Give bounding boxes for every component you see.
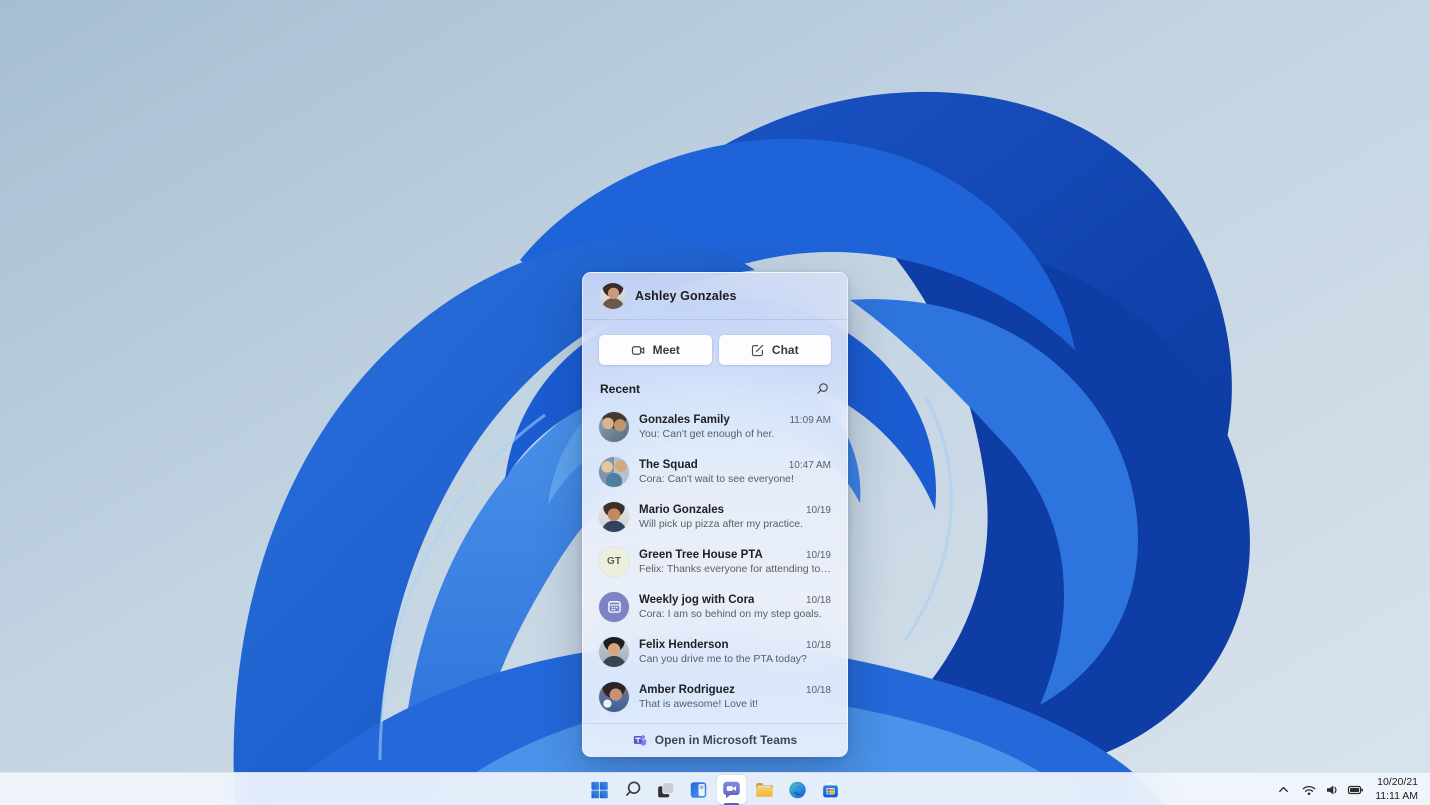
search-button[interactable] [814, 380, 831, 397]
calendar-icon [607, 601, 621, 613]
chat-button-label: Chat [771, 343, 799, 357]
recent-section-header: Recent [583, 365, 847, 404]
quick-settings-button[interactable] [1296, 778, 1369, 802]
meet-button[interactable]: Meet [599, 335, 712, 365]
conversation-preview: Can you drive me to the PTA today? [639, 652, 807, 665]
user-avatar[interactable] [600, 283, 626, 309]
open-in-teams-button[interactable]: Open in Microsoft Teams [583, 724, 847, 756]
conversation-preview: Will pick up pizza after my practice. [639, 517, 803, 530]
conversation-avatar [599, 456, 629, 487]
wifi-icon [1302, 785, 1316, 795]
conversation-avatar [599, 681, 629, 712]
conversation-name: Felix Henderson [639, 638, 729, 651]
desktop: Ashley Gonzales Meet Chat Recent Gonzale… [0, 0, 1430, 805]
conversation-timestamp: 10/18 [805, 594, 831, 606]
folder-icon [756, 782, 773, 797]
conversation-preview: Felix: Thanks everyone for attending tod… [639, 562, 831, 575]
flyout-header: Ashley Gonzales [583, 273, 847, 319]
chat-taskbar-button[interactable] [716, 775, 747, 804]
widgets-icon [690, 781, 707, 798]
file-explorer-button[interactable] [750, 775, 780, 804]
microsoft-store-button[interactable] [816, 775, 846, 804]
conversation-text: Green Tree House PTA 10/19 Felix: Thanks… [639, 549, 831, 575]
conversation-avatar [599, 411, 629, 442]
action-button-row: Meet Chat [583, 320, 847, 365]
chat-button[interactable]: Chat [718, 335, 831, 365]
tray-time: 11:11 AM [1375, 789, 1418, 802]
teams-logo-icon [633, 735, 646, 746]
conversation-list-item[interactable]: Amber Rodriguez 10/18 That is awesome! L… [583, 674, 847, 719]
teams-chat-icon [723, 781, 740, 798]
hidden-icons-button[interactable] [1271, 778, 1296, 801]
conversation-text: Felix Henderson 10/18 Can you drive me t… [639, 639, 831, 665]
conversation-timestamp: 10:47 AM [788, 459, 831, 471]
taskbar: 10/20/21 11:11 AM [0, 772, 1430, 805]
conversation-preview: Cora: Can't wait to see everyone! [639, 472, 794, 485]
tray-date: 10/20/21 [1377, 775, 1418, 788]
conversation-list-item[interactable]: Weekly jog with Cora 10/18 Cora: I am so… [583, 584, 847, 629]
conversation-text: Gonzales Family 11:09 AM You: Can't get … [639, 414, 831, 440]
start-button[interactable] [585, 775, 615, 804]
user-name: Ashley Gonzales [635, 289, 737, 303]
conversation-name: Mario Gonzales [639, 503, 724, 516]
conversation-preview: You: Can't get enough of her. [639, 427, 775, 440]
conversation-timestamp: 10/18 [805, 639, 831, 651]
conversation-name: Gonzales Family [639, 413, 730, 426]
flyout-footer: Open in Microsoft Teams [583, 723, 847, 756]
battery-icon [1348, 785, 1363, 794]
conversation-list-item[interactable]: Gonzales Family 11:09 AM You: Can't get … [583, 404, 847, 449]
clock-tray[interactable]: 10/20/21 11:11 AM [1369, 774, 1426, 805]
conversation-timestamp: 11:09 AM [789, 414, 831, 426]
hidden-icons-chevron-icon [1279, 786, 1289, 793]
edge-browser-icon [789, 781, 806, 798]
conversation-preview: Cora: I am so behind on my step goals. [639, 607, 822, 620]
conversation-avatar [599, 636, 629, 667]
windows-start-icon [591, 781, 608, 798]
open-in-teams-label: Open in Microsoft Teams [654, 733, 798, 747]
conversation-timestamp: 10/19 [805, 504, 831, 516]
search-icon [625, 781, 640, 796]
conversation-text: Weekly jog with Cora 10/18 Cora: I am so… [639, 594, 831, 620]
conversation-list-item[interactable]: Felix Henderson 10/18 Can you drive me t… [583, 629, 847, 674]
widgets-button[interactable] [684, 775, 714, 804]
video-camera-icon [631, 345, 644, 355]
conversation-name: The Squad [639, 458, 698, 471]
meet-button-label: Meet [652, 343, 680, 357]
compose-icon [751, 344, 764, 357]
taskbar-center-icons [585, 773, 846, 805]
conversation-name: Amber Rodriguez [639, 683, 735, 696]
search-icon [817, 383, 828, 394]
conversation-timestamp: 10/19 [805, 549, 831, 561]
conversation-list-item[interactable]: Mario Gonzales 10/19 Will pick up pizza … [583, 494, 847, 539]
conversation-list-item[interactable]: GT Green Tree House PTA 10/19 Felix: Tha… [583, 539, 847, 584]
conversation-text: The Squad 10:47 AM Cora: Can't wait to s… [639, 459, 831, 485]
conversation-name: Green Tree House PTA [639, 548, 763, 561]
conversation-list: Gonzales Family 11:09 AM You: Can't get … [583, 404, 847, 723]
microsoft-store-icon [823, 781, 838, 797]
conversation-timestamp: 10/18 [805, 684, 831, 696]
conversation-name: Weekly jog with Cora [639, 593, 755, 606]
conversation-text: Amber Rodriguez 10/18 That is awesome! L… [639, 684, 831, 710]
recent-heading: Recent [600, 381, 641, 396]
task-view-icon [658, 781, 675, 797]
conversation-avatar [599, 591, 629, 622]
teams-chat-flyout: Ashley Gonzales Meet Chat Recent Gonzale… [582, 272, 848, 757]
volume-icon [1327, 785, 1337, 794]
search-taskbar-button[interactable] [618, 775, 648, 804]
conversation-preview: That is awesome! Love it! [639, 697, 759, 710]
conversation-avatar [599, 501, 629, 532]
conversation-text: Mario Gonzales 10/19 Will pick up pizza … [639, 504, 831, 530]
system-tray: 10/20/21 11:11 AM [1271, 773, 1426, 805]
task-view-button[interactable] [651, 775, 681, 804]
edge-browser-button[interactable] [783, 775, 813, 804]
conversation-avatar: GT [599, 546, 629, 577]
conversation-list-item[interactable]: The Squad 10:47 AM Cora: Can't wait to s… [583, 449, 847, 494]
